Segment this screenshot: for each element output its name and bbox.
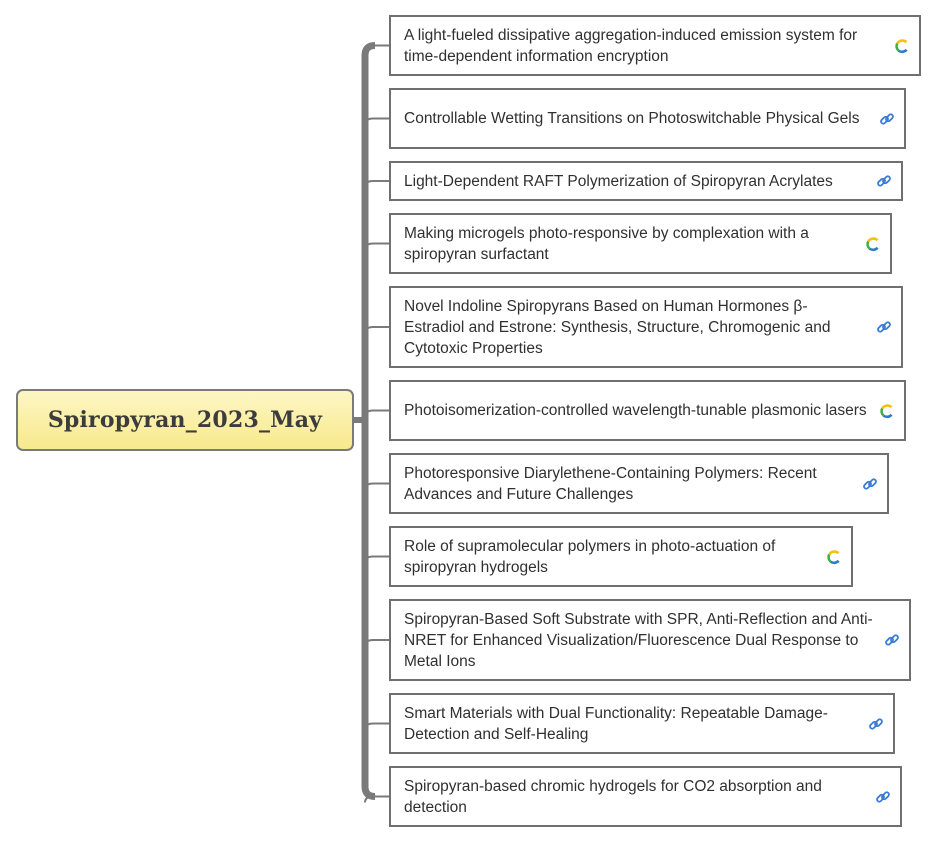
connector-branch <box>364 555 389 563</box>
subtopic[interactable]: Photoresponsive Diarylethene-Containing … <box>389 453 889 514</box>
subtopic-title: Photoresponsive Diarylethene-Containing … <box>404 464 817 503</box>
crossref-icon[interactable] <box>894 38 910 54</box>
connector-branch <box>364 117 389 125</box>
subtopic-title: Role of supramolecular polymers in photo… <box>404 537 776 576</box>
subtopic-title: Spiropyran-Based Soft Substrate with SPR… <box>404 610 873 670</box>
subtopic-title: Making microgels photo-responsive by com… <box>404 224 809 263</box>
link-icon[interactable] <box>879 111 895 127</box>
connector-branch <box>364 482 389 490</box>
subtopic-title: Light-Dependent RAFT Polymerization of S… <box>404 172 833 190</box>
subtopic-title: Photoisomerization-controlled wavelength… <box>404 402 867 419</box>
subtopic-title: A light-fueled dissipative aggregation-i… <box>404 26 858 65</box>
link-icon[interactable] <box>868 716 884 732</box>
connector-branch <box>364 326 389 334</box>
link-icon[interactable] <box>876 173 892 189</box>
connector-branch <box>364 180 389 188</box>
subtopic-title: Smart Materials with Dual Functionality:… <box>404 704 828 743</box>
subtopic[interactable]: Spiropyran-based chromic hydrogels for C… <box>389 766 902 827</box>
subtopic[interactable]: Smart Materials with Dual Functionality:… <box>389 693 895 754</box>
connector-branch <box>364 795 389 803</box>
subtopic[interactable]: Making microgels photo-responsive by com… <box>389 213 892 274</box>
root-topic-label: Spiropyran_2023_May <box>47 407 323 433</box>
connector-branch <box>364 722 389 730</box>
link-icon[interactable] <box>875 789 891 805</box>
crossref-icon[interactable] <box>865 236 881 252</box>
subtopic[interactable]: Controllable Wetting Transitions on Phot… <box>389 88 906 149</box>
subtopic[interactable]: Novel Indoline Spiropyrans Based on Huma… <box>389 286 903 368</box>
connector-branch <box>364 409 389 417</box>
connector-trunk <box>361 42 376 800</box>
subtopic-title: Spiropyran-based chromic hydrogels for C… <box>404 777 822 816</box>
connector-branch <box>364 639 389 647</box>
subtopic[interactable]: Spiropyran-Based Soft Substrate with SPR… <box>389 599 911 681</box>
subtopic-title: Novel Indoline Spiropyrans Based on Huma… <box>404 297 831 357</box>
subtopic[interactable]: Photoisomerization-controlled wavelength… <box>389 380 906 441</box>
root-topic[interactable]: Spiropyran_2023_May <box>16 389 354 451</box>
link-icon[interactable] <box>862 476 878 492</box>
subtopic[interactable]: A light-fueled dissipative aggregation-i… <box>389 15 921 76</box>
link-icon[interactable] <box>876 319 892 335</box>
subtopic-title: Controllable Wetting Transitions on Phot… <box>404 110 860 127</box>
connector-branch <box>364 242 389 250</box>
subtopic[interactable]: Light-Dependent RAFT Polymerization of S… <box>389 161 903 201</box>
crossref-icon[interactable] <box>826 549 842 565</box>
crossref-icon[interactable] <box>879 403 895 419</box>
subtopic[interactable]: Role of supramolecular polymers in photo… <box>389 526 853 587</box>
link-icon[interactable] <box>884 632 900 648</box>
